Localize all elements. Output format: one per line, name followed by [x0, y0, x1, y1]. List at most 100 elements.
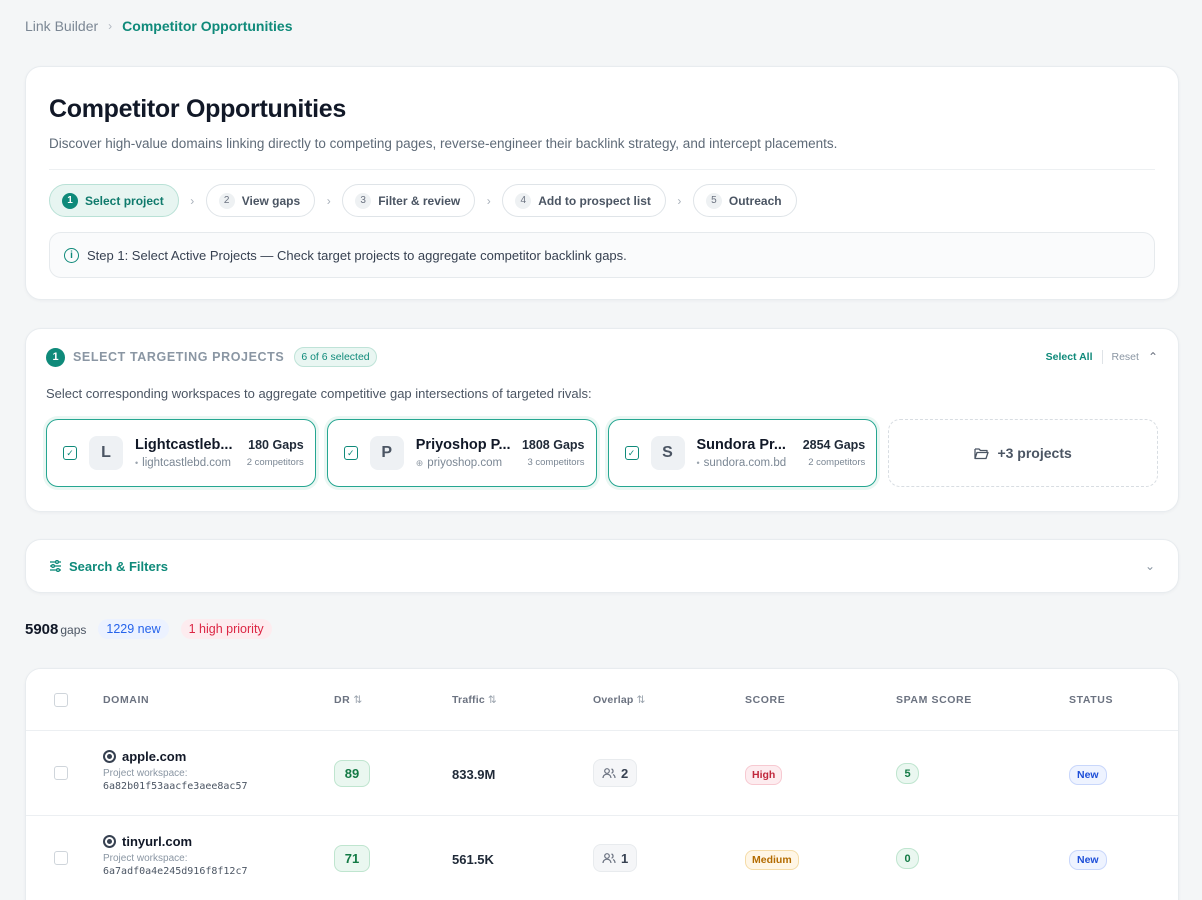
step-select-project[interactable]: 1 Select project [49, 184, 179, 217]
section-number-badge: 1 [46, 347, 65, 367]
page-subtitle: Discover high-value domains linking dire… [49, 136, 838, 151]
workspace-label: Project workspace: [103, 853, 188, 864]
project-list: ✓ L Lightcastleb... • lightcastlebd.com 1… [46, 419, 1158, 487]
project-stats: 2854 Gaps 2 competitors [803, 438, 866, 468]
targeting-header: 1 SELECT TARGETING PROJECTS 6 of 6 selec… [46, 347, 1158, 367]
dr-badge: 71 [334, 845, 370, 872]
step-add-prospect[interactable]: 4 Add to prospect list [502, 184, 666, 217]
domain-text: tinyurl.com [122, 834, 193, 849]
column-header-traffic-label: Traffic [452, 694, 485, 706]
targeting-projects-card: 1 SELECT TARGETING PROJECTS 6 of 6 selec… [25, 328, 1179, 512]
search-filters-panel[interactable]: Search & Filters ⌄ [25, 539, 1179, 593]
score-badge: Medium [745, 850, 799, 870]
users-icon [602, 768, 616, 779]
sort-icon[interactable]: ⇅ [637, 694, 646, 706]
project-gaps: 180 Gaps [248, 438, 304, 452]
info-text: Step 1: Select Active Projects — Check t… [87, 247, 627, 263]
project-domain: • lightcastlebd.com [135, 457, 247, 469]
domain-name[interactable]: apple.com [103, 749, 248, 764]
chevron-down-icon[interactable]: ⌄ [1145, 559, 1155, 573]
reset-button[interactable]: Reset [1112, 351, 1139, 363]
project-domain-text: lightcastlebd.com [142, 457, 232, 469]
score-badge: High [745, 765, 783, 785]
select-all-button[interactable]: Select All [1046, 351, 1093, 363]
column-header-domain: DOMAIN [103, 694, 150, 706]
dot-icon: • [135, 458, 139, 468]
step-filter-review[interactable]: 3 Filter & review [342, 184, 476, 217]
project-competitors: 2 competitors [246, 457, 304, 468]
overlap-badge[interactable]: 2 [593, 759, 638, 787]
step-number: 5 [705, 192, 722, 209]
chevron-right-icon: › [677, 193, 682, 208]
project-card[interactable]: ✓ L Lightcastleb... • lightcastlebd.com 1… [46, 419, 316, 487]
chevron-right-icon: › [108, 19, 113, 33]
new-count-badge: 1229 new [98, 619, 169, 639]
project-stats: 180 Gaps 2 competitors [247, 438, 304, 468]
project-card[interactable]: ✓ S Sundora Pr... • sundora.com.bd 2854 G… [607, 419, 878, 487]
sort-icon[interactable]: ⇅ [488, 694, 497, 706]
divider [49, 169, 1155, 170]
table-row[interactable]: apple.com Project workspace: 6a82b01f53a… [26, 731, 1178, 816]
column-header-overlap-label: Overlap [593, 694, 634, 706]
step-outreach[interactable]: 5 Outreach [692, 184, 797, 217]
search-filters-label: Search & Filters [69, 558, 168, 574]
project-competitors: 3 competitors [527, 457, 585, 468]
sort-icon[interactable]: ⇅ [353, 694, 362, 706]
chevron-up-icon[interactable]: ⌃ [1148, 350, 1158, 364]
spam-score-badge: 5 [896, 763, 919, 784]
column-header-traffic[interactable]: Traffic ⇅ [452, 694, 497, 706]
project-gaps: 1808 Gaps [521, 438, 585, 452]
step-view-gaps[interactable]: 2 View gaps [205, 184, 316, 217]
targeting-description: Select corresponding workspaces to aggre… [46, 386, 592, 401]
step-number: 4 [515, 192, 532, 209]
search-filters-toggle[interactable]: Search & Filters [49, 559, 168, 574]
more-projects-button[interactable]: +3 projects [888, 419, 1158, 487]
column-header-dr[interactable]: DR ⇅ [334, 694, 363, 706]
workspace-label: Project workspace: [103, 768, 188, 779]
high-priority-badge: 1 high priority [180, 619, 272, 639]
stepper: 1 Select project › 2 View gaps › 3 Filte… [49, 184, 1155, 217]
project-info: Sundora Pr... • sundora.com.bd [697, 437, 803, 469]
dr-badge: 89 [334, 760, 370, 787]
project-avatar: L [89, 436, 123, 470]
table-header: DOMAIN DR ⇅ Traffic ⇅ Overlap ⇅ SCORE SPAM … [26, 669, 1178, 731]
target-icon [103, 835, 116, 848]
selected-count-badge: 6 of 6 selected [294, 347, 377, 367]
project-domain: ⊕ priyoshop.com [416, 457, 522, 469]
table-row[interactable]: tinyurl.com Project workspace: 6a7adf0a4… [26, 816, 1178, 900]
total-gaps-unit: gaps [60, 622, 87, 637]
status-badge: New [1069, 765, 1107, 785]
gaps-table: DOMAIN DR ⇅ Traffic ⇅ Overlap ⇅ SCORE SPAM … [25, 668, 1179, 900]
dot-icon: • [696, 458, 700, 468]
spam-score-badge: 0 [896, 848, 919, 869]
traffic-value: 561.5K [452, 852, 494, 867]
project-info: Priyoshop P... ⊕ priyoshop.com [416, 437, 522, 469]
checkbox-checked-icon[interactable]: ✓ [343, 446, 358, 460]
select-all-checkbox[interactable] [54, 693, 68, 707]
breadcrumb-link-builder[interactable]: Link Builder [25, 18, 98, 34]
row-checkbox[interactable] [54, 851, 68, 865]
column-header-dr-label: DR [334, 694, 351, 706]
column-header-overlap[interactable]: Overlap ⇅ [593, 694, 646, 706]
project-competitors: 2 competitors [808, 457, 866, 468]
project-name: Lightcastleb... [135, 437, 233, 453]
project-avatar: P [369, 436, 404, 470]
project-stats: 1808 Gaps 3 competitors [522, 438, 585, 468]
row-checkbox[interactable] [54, 766, 68, 780]
column-header-spam-score: SPAM SCORE [896, 694, 972, 706]
info-icon: i [64, 247, 79, 263]
workspace-id: 6a7adf0a4e245d916f8f12c7 [103, 866, 248, 877]
traffic-value: 833.9M [452, 767, 496, 782]
checkbox-checked-icon[interactable]: ✓ [63, 446, 77, 460]
header-card: Competitor Opportunities Discover high-v… [25, 66, 1179, 300]
project-domain-text: priyoshop.com [427, 457, 503, 469]
domain-cell: apple.com Project workspace: 6a82b01f53a… [103, 749, 248, 792]
overlap-badge[interactable]: 1 [593, 844, 638, 872]
checkbox-checked-icon[interactable]: ✓ [624, 446, 639, 460]
domain-name[interactable]: tinyurl.com [103, 834, 248, 849]
step-number: 1 [62, 192, 78, 209]
project-card[interactable]: ✓ P Priyoshop P... ⊕ priyoshop.com 1808 G… [326, 419, 597, 487]
project-name: Sundora Pr... [696, 437, 786, 453]
status-badge: New [1069, 850, 1107, 870]
overlap-count: 2 [621, 765, 629, 781]
